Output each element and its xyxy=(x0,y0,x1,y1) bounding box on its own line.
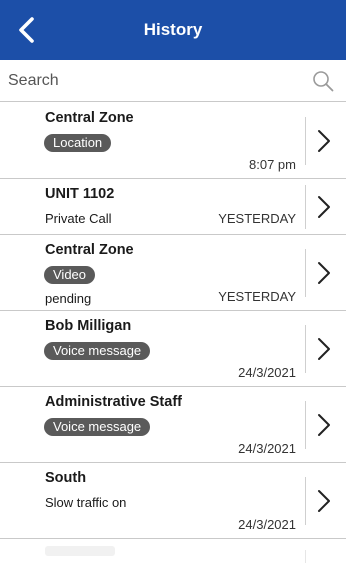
chevron-right-icon[interactable] xyxy=(314,259,334,287)
item-time: YESTERDAY xyxy=(218,289,296,304)
page-title: History xyxy=(143,20,203,39)
list-item[interactable]: Central Zone Video pending YESTERDAY xyxy=(0,235,346,311)
search-icon[interactable] xyxy=(312,70,334,92)
item-divider xyxy=(305,185,306,229)
type-badge: Video xyxy=(44,266,96,284)
chevron-right-icon[interactable] xyxy=(314,127,334,155)
item-divider xyxy=(305,401,306,449)
chevron-right-icon[interactable] xyxy=(314,335,334,363)
list-item-partial[interactable] xyxy=(0,536,346,563)
list-item[interactable]: Administrative Staff Voice message 24/3/… xyxy=(0,387,346,463)
item-time: 24/3/2021 xyxy=(238,517,296,532)
search-bar xyxy=(0,60,346,102)
item-status: pending xyxy=(45,291,92,306)
list-item[interactable]: Central Zone Location 8:07 pm xyxy=(0,103,346,179)
type-badge: Voice message xyxy=(44,418,151,436)
item-title: South xyxy=(45,470,87,486)
chevron-right-icon[interactable] xyxy=(314,411,334,439)
item-title: Central Zone xyxy=(45,242,134,258)
item-subtext: Slow traffic on xyxy=(45,495,127,510)
item-title: Administrative Staff xyxy=(45,394,182,410)
item-time: YESTERDAY xyxy=(218,211,296,226)
type-badge: Location xyxy=(44,134,112,152)
item-title: Central Zone xyxy=(45,110,134,126)
item-placeholder xyxy=(45,546,115,556)
item-divider xyxy=(305,325,306,373)
app-header: History xyxy=(0,0,346,60)
search-input[interactable] xyxy=(8,71,312,90)
item-divider xyxy=(305,477,306,525)
item-time: 24/3/2021 xyxy=(238,441,296,456)
chevron-left-icon xyxy=(19,17,34,43)
history-list: Central Zone Location 8:07 pm UNIT 1102 … xyxy=(0,103,346,539)
item-subtext: Private Call xyxy=(45,211,112,226)
item-time: 24/3/2021 xyxy=(238,365,296,380)
type-badge: Voice message xyxy=(44,342,151,360)
list-item[interactable]: South Slow traffic on 24/3/2021 xyxy=(0,463,346,539)
item-title: UNIT 1102 xyxy=(45,186,115,202)
item-divider xyxy=(305,117,306,165)
item-time: 8:07 pm xyxy=(249,157,296,172)
list-item[interactable]: UNIT 1102 Private Call YESTERDAY xyxy=(0,179,346,235)
list-item[interactable]: Bob Milligan Voice message 24/3/2021 xyxy=(0,311,346,387)
item-divider xyxy=(305,550,306,563)
chevron-right-icon[interactable] xyxy=(314,487,334,515)
chevron-right-icon[interactable] xyxy=(314,193,334,221)
item-divider xyxy=(305,249,306,297)
item-title: Bob Milligan xyxy=(45,318,132,334)
back-button[interactable] xyxy=(8,12,44,48)
